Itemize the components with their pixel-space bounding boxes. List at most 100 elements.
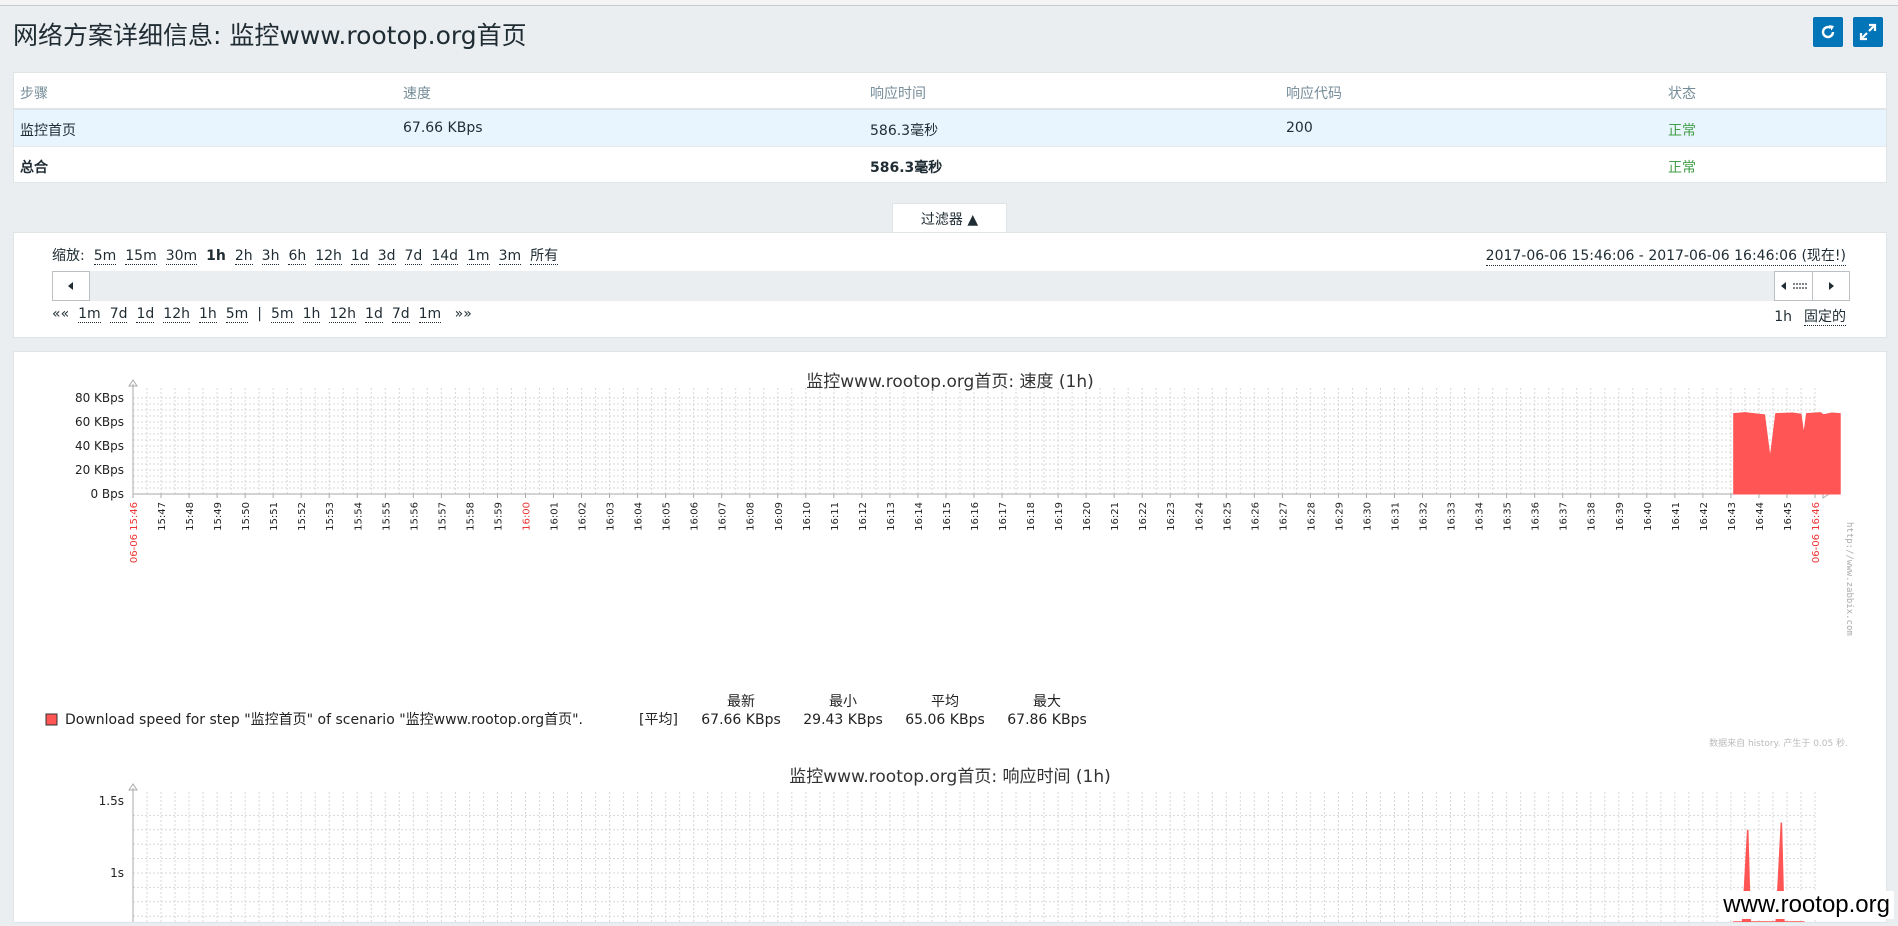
chart1-x-tick: 16:41 [1671,502,1682,531]
nav-back-4[interactable]: 1h [198,306,217,323]
legend-stat-value: 67.66 KBps [701,712,781,728]
chart1-x-tick: 16:09 [774,502,785,531]
zoom-option-12[interactable]: 1m [467,248,490,265]
nav-back-2[interactable]: 1d [136,306,155,323]
chart1-x-tick: 16:00 [521,502,532,531]
nav-forward-4[interactable]: 7d [391,306,410,323]
header-response-time: 响应时间 [870,86,926,102]
zoom-option-5[interactable]: 3h [261,248,280,265]
zoom-option-2[interactable]: 30m [165,248,198,265]
nav-forward-5[interactable]: 1m [418,306,442,323]
chart1-x-tick: 15:57 [437,502,448,531]
refresh-button[interactable] [1813,17,1843,47]
nav-back-1[interactable]: 7d [109,306,128,323]
period-range[interactable]: 2017-06-06 15:46:06 - 2017-06-06 16:46:0… [1485,245,1846,266]
chart1-x-tick: 16:29 [1334,502,1345,531]
chart1-x-tick: 16:03 [606,502,617,531]
chart1-x-tick: 16:25 [1222,502,1233,531]
chart1-title: 监控www.rootop.org首页: 速度 (1h) [806,372,1094,392]
zoom-option-4[interactable]: 2h [234,248,253,265]
scroll-right-button[interactable] [1812,271,1850,301]
zoom-option-14[interactable]: 所有 [530,248,559,265]
nav-back-3[interactable]: 12h [163,306,190,323]
chart1-x-tick: 06-06 16:46 [1811,502,1822,563]
zoom-option-8[interactable]: 1d [350,248,369,265]
chart1-y-tick: 60 KBps [75,415,124,429]
right-arrow-icon [1829,282,1834,290]
chart1-x-tick: 06-06 15:46 [129,502,140,563]
chart1-x-tick: 16:27 [1278,502,1289,531]
chart1-x-tick: 15:53 [325,502,336,531]
zoom-option-13[interactable]: 3m [498,248,522,265]
chart1-x-tick: 16:42 [1699,502,1710,531]
chart1-x-tick: 15:50 [241,502,252,531]
chart1-x-tick: 16:15 [942,502,953,531]
zoom-option-1[interactable]: 15m [125,248,157,265]
chart1-x-tick: 15:47 [157,502,168,531]
watermark: www.rootop.org [1719,891,1894,919]
scroll-left-button[interactable] [52,271,90,301]
nav-forward-3[interactable]: 1d [365,306,383,323]
zoom-option-10[interactable]: 7d [404,248,423,265]
chart1-x-tick: 15:55 [381,502,392,531]
legend-stat-value: 67.86 KBps [1007,712,1087,728]
nav-back-5[interactable]: 5m [225,306,249,323]
chart1-side-url: http://www.zabbix.com [1844,522,1854,636]
chart1-x-tick: 16:19 [1054,502,1065,531]
chart1-x-tick: 16:10 [802,502,813,531]
total-label: 总合 [20,160,48,176]
chart1-x-tick: 16:43 [1727,502,1738,531]
chart1-x-tick: 15:48 [185,502,196,531]
chart1-x-tick: 16:37 [1559,502,1570,531]
chart1-x-tick: 16:06 [690,502,701,531]
chart1-x-tick: 16:36 [1531,502,1542,531]
chart1-x-tick: 15:58 [465,502,476,531]
chart1-x-tick: 16:35 [1503,502,1514,531]
fixed-toggle[interactable]: 固定的 [1804,309,1846,326]
zoom-option-7[interactable]: 12h [315,248,342,265]
table-total-row: 总合 586.3毫秒 正常 [14,147,1886,183]
nav-forward-0[interactable]: 5m [271,306,294,323]
legend-series-label: Download speed for step "监控首页" of scenar… [65,712,583,728]
nav-forward-1[interactable]: 1h [302,306,321,323]
header-response-code: 响应代码 [1286,86,1342,102]
step-status: 正常 [1668,123,1696,139]
legend-avg-tag: [平均] [639,712,678,728]
zoom-label: 缩放: [52,248,85,264]
table-row: 监控首页 67.66 KBps 586.3毫秒 200 正常 [14,110,1886,147]
chart1-x-tick: 16:17 [998,502,1009,531]
chart1-x-tick: 16:11 [830,502,841,531]
step-speed: 67.66 KBps [403,120,483,136]
legend-stat-header: 最小 [829,694,857,710]
header-status: 状态 [1668,86,1696,102]
zoom-option-11[interactable]: 14d [431,248,459,265]
zoom-option-9[interactable]: 3d [377,248,396,265]
zoom-option-6[interactable]: 6h [288,248,307,265]
step-name: 监控首页 [20,123,76,139]
timeline-scrollbar[interactable] [52,271,1850,301]
zoom-option-3[interactable]: 1h [206,248,226,264]
fullscreen-button[interactable] [1853,17,1883,47]
zoom-option-0[interactable]: 5m [93,248,117,265]
chart1-x-tick: 16:23 [1166,502,1177,531]
chart1-x-tick: 15:49 [213,502,224,531]
zoom-row: 缩放: 5m 15m 30m 1h 2h 3h 6h 12h 1d 3d 7d 14d 1m 3m 所有 [52,245,559,265]
charts-canvas: 监控www.rootop.org首页: 速度 (1h) 0 Bps 20 KBps 4… [45,372,1854,926]
filter-tab[interactable]: 过滤器 ▲ [892,203,1007,234]
chart1-x-tick: 16:04 [634,502,645,531]
chart1-x-tick: 16:44 [1755,502,1766,531]
filter-panel: 缩放: 5m 15m 30m 1h 2h 3h 6h 12h 1d 3d 7d 14d 1m 3m 所有 20… [13,232,1887,338]
period-nav-row: «« 1m 7d 1d 12h 1h 5m | 5m 1h 12h 1d 7d 1m »» [52,306,472,323]
nav-forward-2[interactable]: 12h [329,306,357,323]
chart1-x-tick: 16:30 [1362,502,1373,531]
nav-forward-symbol: »» [454,306,472,322]
chart1-x-tick: 16:07 [718,502,729,531]
graph-panel: 监控www.rootop.org首页: 速度 (1h) 0 Bps 20 KBps 4… [13,351,1887,926]
chart1-x-tick: 16:14 [914,502,925,531]
chart1-series-area [1733,412,1841,495]
nav-back-0[interactable]: 1m [78,306,101,323]
chart1-x-tick: 16:20 [1082,502,1093,531]
chart1-x-tick: 16:34 [1475,502,1486,531]
chart1-x-tick: 16:33 [1447,502,1458,531]
chart2-y-tick: 1s [110,866,124,880]
